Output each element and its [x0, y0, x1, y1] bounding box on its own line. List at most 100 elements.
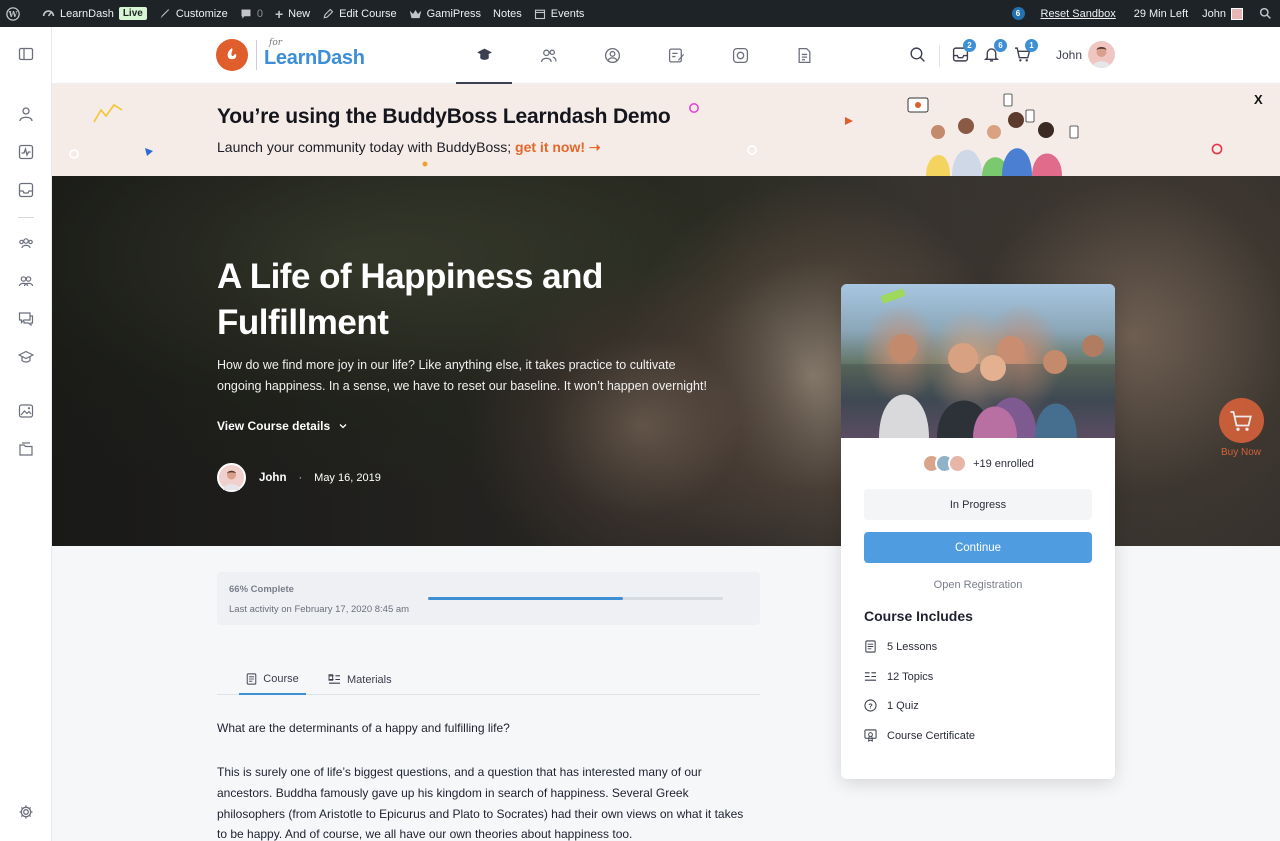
- course-status-badge: In Progress: [864, 489, 1092, 520]
- content-question: What are the determinants of a happy and…: [217, 721, 510, 735]
- content-paragraph: This is surely one of life’s biggest que…: [217, 765, 744, 841]
- nav-blog-icon[interactable]: [648, 27, 704, 84]
- zigzag-decoration: [93, 103, 123, 123]
- comments-link[interactable]: 0: [234, 0, 269, 27]
- forums-icon[interactable]: [18, 311, 34, 327]
- pencil-icon: [323, 8, 334, 19]
- community-illustration: [907, 93, 1079, 176]
- settings-gear-icon[interactable]: [18, 804, 34, 820]
- cart-icon[interactable]: 1: [1014, 39, 1038, 64]
- svg-text:W: W: [8, 10, 18, 19]
- author-name[interactable]: John: [259, 472, 286, 484]
- crown-icon: [409, 9, 421, 18]
- enrolled-avatar: [948, 454, 968, 473]
- groups-icon[interactable]: [18, 273, 34, 289]
- header-search-icon[interactable]: [909, 46, 927, 64]
- course-author: John · May 16, 2019: [217, 463, 381, 492]
- reset-sandbox-link[interactable]: Reset Sandbox: [1031, 0, 1126, 27]
- svg-text:?: ?: [868, 701, 873, 710]
- site-logo[interactable]: for LearnDash: [216, 38, 365, 71]
- gamipress-link[interactable]: GamiPress: [403, 0, 487, 27]
- activity-icon[interactable]: [18, 144, 34, 160]
- calendar-icon: [534, 9, 545, 19]
- learndash-logo-icon: [216, 39, 248, 71]
- quiz-icon: ?: [864, 699, 877, 712]
- banner-close-button[interactable]: X: [1254, 92, 1263, 107]
- materials-tab-icon: [328, 674, 340, 684]
- triangle-decoration: [845, 117, 853, 125]
- course-progress: 66% Complete Last activity on February 1…: [217, 572, 760, 625]
- messages-icon[interactable]: 2: [952, 39, 976, 64]
- logo-wordmark: for LearnDash: [256, 38, 365, 70]
- continue-button[interactable]: Continue: [864, 532, 1092, 563]
- events-link[interactable]: Events: [528, 0, 591, 27]
- ring-decoration: [1211, 143, 1223, 155]
- nav-members-icon[interactable]: [520, 27, 576, 84]
- topics-icon: [864, 672, 877, 681]
- brush-icon: [160, 9, 170, 18]
- dot-decoration: [422, 161, 428, 167]
- adminbar-right: 6 Reset Sandbox 29 Min Left John: [1006, 0, 1280, 27]
- left-sidebar: [0, 27, 52, 841]
- lessons-icon: [865, 640, 876, 653]
- certificate-icon: [864, 729, 877, 742]
- notes-link[interactable]: Notes: [487, 0, 528, 27]
- header-user-name[interactable]: John: [1056, 48, 1082, 62]
- chevron-down-icon: [339, 424, 347, 429]
- circle-decoration: [747, 145, 757, 155]
- customize-link[interactable]: Customize: [153, 0, 234, 27]
- triangle-decoration: [145, 148, 153, 156]
- members-icon[interactable]: [18, 235, 34, 251]
- separator-dot: ·: [298, 471, 303, 484]
- sandbox-notifications[interactable]: 6: [1006, 0, 1031, 27]
- comment-icon: [241, 9, 251, 18]
- documents-icon[interactable]: [18, 441, 34, 457]
- adminbar-search-icon[interactable]: [1249, 0, 1280, 27]
- banner-title: You’re using the BuddyBoss Learndash Dem…: [217, 105, 671, 128]
- new-content-link[interactable]: + New: [269, 0, 316, 27]
- my-account-link[interactable]: John: [1196, 0, 1249, 27]
- banner-cta-link[interactable]: get it now! ➝: [515, 139, 601, 155]
- nav-courses-icon[interactable]: [456, 27, 512, 84]
- buy-now-button[interactable]: Buy Now: [1218, 398, 1264, 458]
- cart-count-badge: 1: [1025, 39, 1038, 52]
- wordpress-logo-icon[interactable]: W: [0, 0, 26, 27]
- demo-banner: You’re using the BuddyBoss Learndash Dem…: [52, 84, 1280, 176]
- last-activity: Last activity on February 17, 2020 8:45 …: [229, 604, 410, 615]
- banner-subtitle: Launch your community today with BuddyBo…: [217, 139, 601, 155]
- author-avatar[interactable]: [217, 463, 246, 492]
- tab-materials[interactable]: Materials: [328, 664, 392, 695]
- view-course-details-toggle[interactable]: View Course details: [217, 419, 348, 433]
- time-left: 29 Min Left: [1133, 7, 1189, 20]
- progress-bar-fill: [428, 597, 623, 600]
- notifications-bell-icon[interactable]: 6: [983, 39, 1007, 64]
- edit-course-link[interactable]: Edit Course: [316, 0, 402, 27]
- sidebar-toggle-icon[interactable]: [18, 46, 34, 62]
- admin-avatar: [1231, 7, 1243, 20]
- photos-icon[interactable]: [18, 403, 34, 419]
- course-date: May 16, 2019: [314, 471, 381, 484]
- inbox-icon[interactable]: [18, 182, 34, 198]
- site-header: for LearnDash 2 6 1 John: [52, 27, 1280, 84]
- includes-item-certificate: Course Certificate: [864, 729, 975, 742]
- nav-documents-icon[interactable]: [776, 27, 832, 84]
- header-user-avatar[interactable]: [1088, 41, 1115, 68]
- circle-decoration: [69, 149, 79, 159]
- sidebar-divider: [18, 217, 34, 218]
- course-sidebar-card: +19 enrolled In Progress Continue Open R…: [841, 284, 1115, 779]
- dashboard-icon: [42, 10, 55, 17]
- open-registration-label: Open Registration: [933, 579, 1023, 591]
- nav-photos-icon[interactable]: [712, 27, 768, 84]
- buy-cart-icon: [1218, 398, 1264, 443]
- tab-course[interactable]: Course: [239, 664, 306, 695]
- courses-icon[interactable]: [18, 349, 34, 365]
- course-title: A Life of Happiness and Fulfillment: [217, 257, 603, 342]
- nav-profile-icon[interactable]: [584, 27, 640, 84]
- notification-count-badge: 6: [1011, 7, 1025, 20]
- profile-icon[interactable]: [18, 106, 34, 122]
- progress-percent: 66% Complete: [229, 584, 294, 595]
- site-name-link[interactable]: LearnDash Live: [36, 0, 153, 27]
- header-separator: [939, 45, 940, 67]
- messages-count-badge: 2: [963, 39, 976, 52]
- includes-item-lessons: 5 Lessons: [864, 640, 937, 653]
